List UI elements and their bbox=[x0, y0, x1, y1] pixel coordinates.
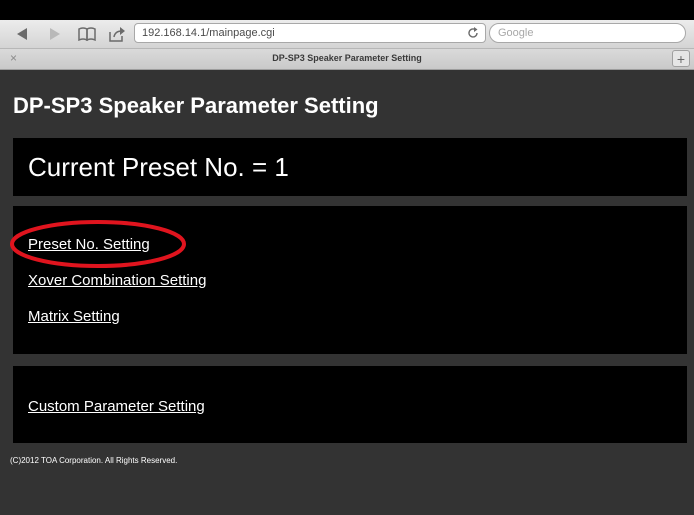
current-preset-text: Current Preset No. = 1 bbox=[28, 152, 289, 182]
custom-parameter-panel: Custom Parameter Setting bbox=[13, 366, 687, 443]
page-title: DP-SP3 Speaker Parameter Setting bbox=[13, 93, 379, 118]
search-placeholder: Google bbox=[498, 27, 534, 39]
back-icon bbox=[17, 28, 27, 40]
matrix-setting-link[interactable]: Matrix Setting bbox=[28, 308, 120, 325]
bookmarks-icon bbox=[78, 27, 96, 41]
forward-icon bbox=[50, 28, 60, 40]
tab-bar: × DP-SP3 Speaker Parameter Setting + bbox=[0, 49, 694, 70]
share-button[interactable] bbox=[107, 24, 127, 44]
preset-no-setting-link[interactable]: Preset No. Setting bbox=[28, 236, 150, 253]
custom-parameter-setting-link[interactable]: Custom Parameter Setting bbox=[28, 398, 205, 415]
url-text: 192.168.14.1/mainpage.cgi bbox=[142, 27, 275, 39]
status-bar bbox=[0, 0, 694, 20]
page-content: DP-SP3 Speaker Parameter Setting Current… bbox=[0, 70, 694, 515]
bookmarks-button[interactable] bbox=[76, 24, 98, 44]
reload-icon[interactable] bbox=[466, 26, 480, 40]
share-icon bbox=[109, 27, 125, 42]
back-button[interactable] bbox=[12, 24, 32, 44]
current-preset-panel: Current Preset No. = 1 bbox=[13, 138, 687, 196]
copyright-footer: (C)2012 TOA Corporation. All Rights Rese… bbox=[10, 456, 178, 465]
add-tab-button[interactable]: + bbox=[672, 50, 690, 67]
forward-button[interactable] bbox=[45, 24, 65, 44]
address-bar[interactable]: 192.168.14.1/mainpage.cgi bbox=[134, 23, 486, 43]
browser-toolbar: 192.168.14.1/mainpage.cgi Google bbox=[0, 20, 694, 49]
xover-combination-setting-link[interactable]: Xover Combination Setting bbox=[28, 272, 206, 289]
search-input[interactable]: Google bbox=[489, 23, 686, 43]
tab-title[interactable]: DP-SP3 Speaker Parameter Setting bbox=[0, 53, 694, 63]
settings-menu-panel: Preset No. Setting Xover Combination Set… bbox=[13, 206, 687, 354]
